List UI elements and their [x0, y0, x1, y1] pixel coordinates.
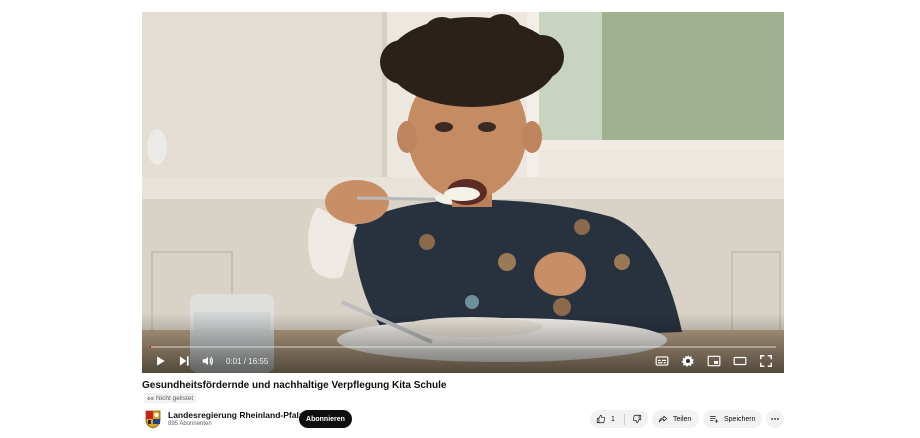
like-button[interactable]: 1 [590, 410, 624, 428]
play-icon [157, 356, 165, 366]
time-display: 0:01 / 16:55 [226, 357, 268, 366]
visibility-label: Nicht gelistet [156, 394, 194, 402]
more-actions-button[interactable] [766, 410, 784, 428]
dislike-button[interactable] [625, 410, 648, 428]
save-label: Speichern [724, 415, 756, 423]
visibility-badge: Nicht gelistet [144, 393, 197, 403]
theater-button[interactable] [730, 351, 750, 371]
progress-bar[interactable] [150, 346, 776, 348]
save-icon [709, 416, 719, 424]
next-button[interactable] [174, 351, 194, 371]
fullscreen-icon [760, 355, 772, 367]
theater-icon [733, 356, 747, 366]
save-button[interactable]: Speichern [703, 410, 762, 428]
channel-name[interactable]: Landesregierung Rheinland-Pfalz [168, 410, 303, 420]
video-title: Gesundheitsfördernde und nachhaltige Ver… [142, 380, 447, 391]
volume-button[interactable] [198, 351, 218, 371]
next-icon [179, 356, 189, 366]
subtitles-icon [655, 356, 669, 366]
current-time: 0:01 [226, 356, 242, 366]
coat-of-arms-icon[interactable] [144, 409, 162, 429]
fullscreen-button[interactable] [756, 351, 776, 371]
subscribe-button[interactable]: Abonnieren [299, 410, 352, 428]
settings-icon [681, 355, 694, 367]
more-icon [771, 418, 779, 420]
share-button[interactable]: Teilen [652, 410, 699, 428]
duration: 16:55 [248, 356, 269, 366]
volume-icon [202, 356, 213, 366]
video-player[interactable]: 0:01 / 16:55 [142, 12, 784, 373]
thumbs-up-icon [596, 414, 605, 424]
like-dislike-group: 1 [590, 410, 648, 428]
subscriber-count: 895 Abonnenten [168, 421, 212, 427]
share-icon [658, 415, 668, 423]
settings-button[interactable] [678, 351, 698, 371]
thumbs-down-icon [632, 414, 641, 424]
share-label: Teilen [673, 415, 692, 423]
progress-fill [150, 346, 151, 348]
miniplayer-button[interactable] [704, 351, 724, 371]
play-button[interactable] [150, 351, 170, 371]
miniplayer-icon [707, 355, 721, 367]
player-controls: 0:01 / 16:55 [142, 349, 784, 373]
like-count: 1 [611, 415, 615, 423]
link-icon [147, 396, 154, 400]
subtitles-button[interactable] [652, 351, 672, 371]
